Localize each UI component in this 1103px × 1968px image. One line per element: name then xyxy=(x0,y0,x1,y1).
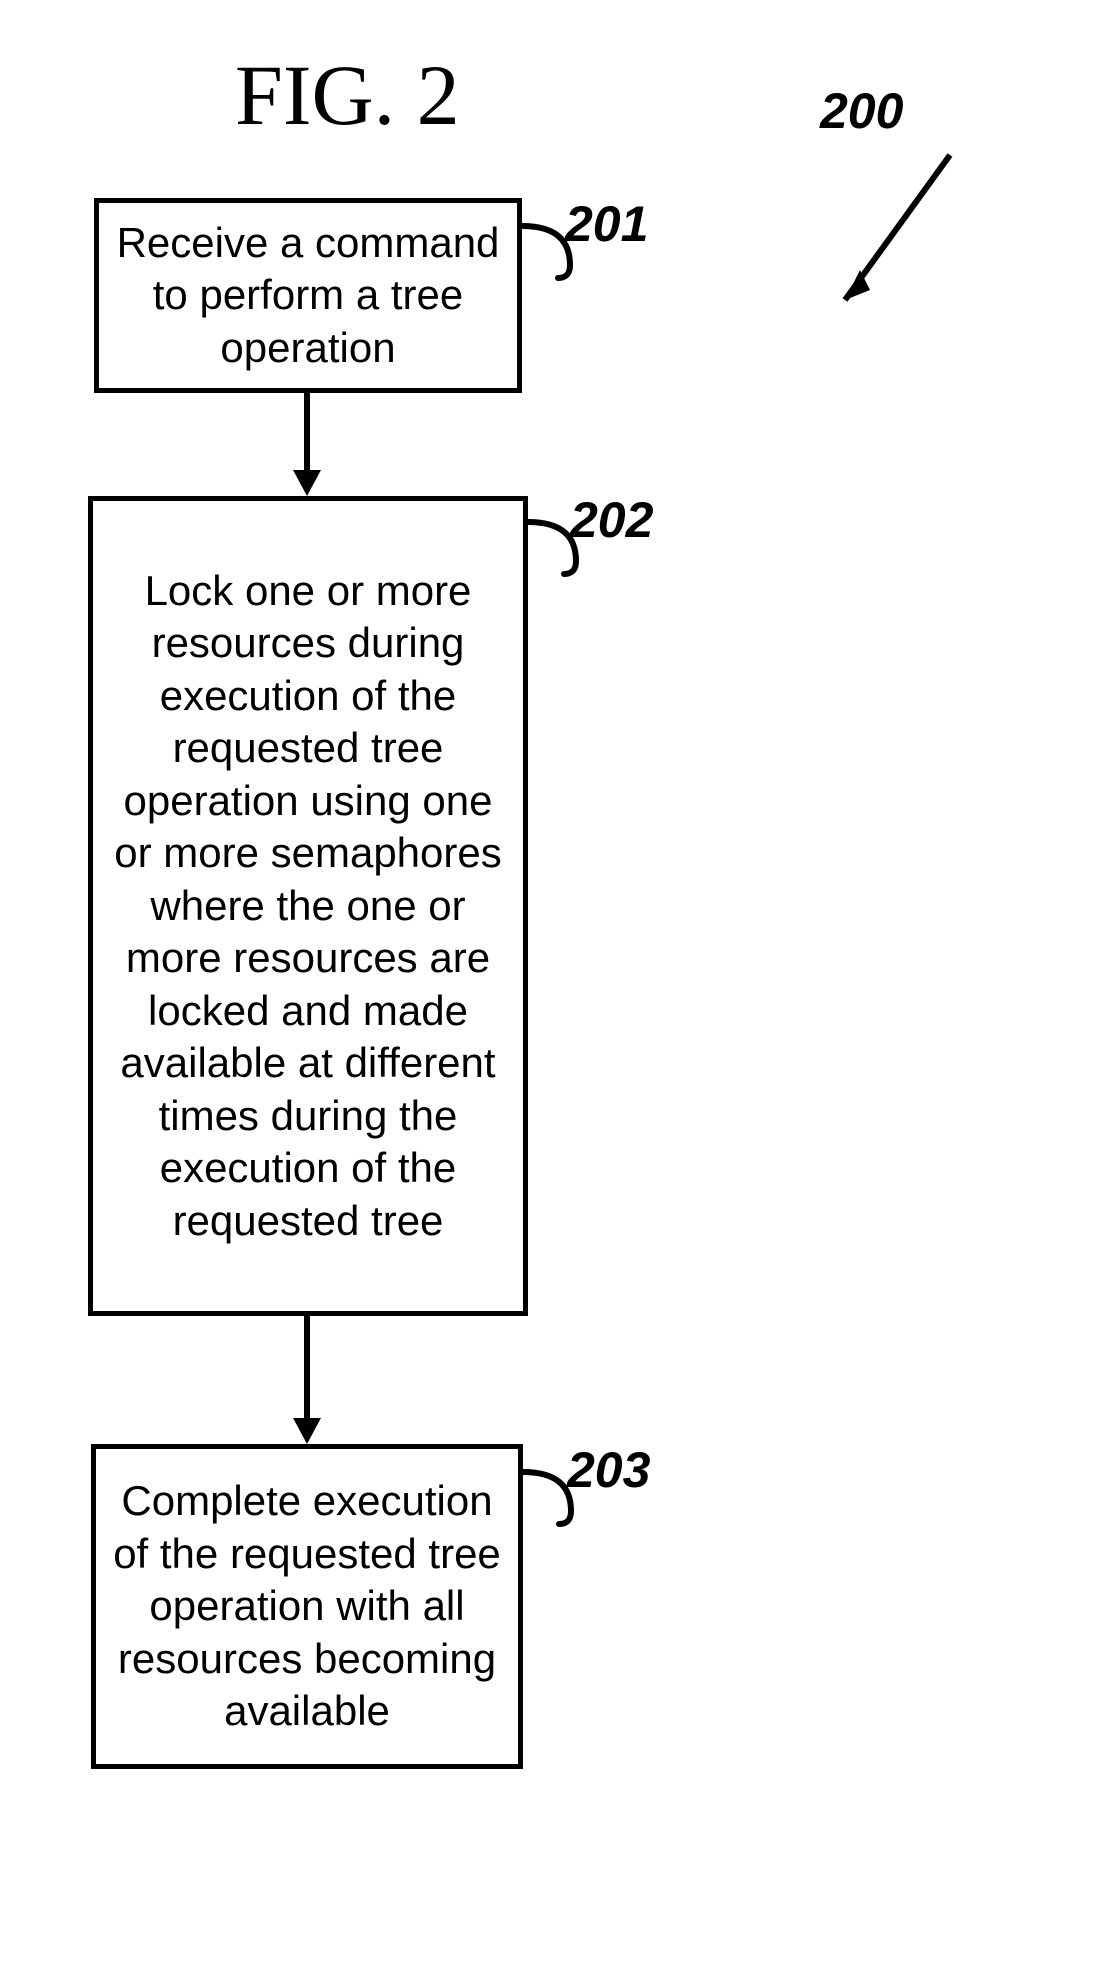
flow-step-text: Receive a command to perform a tree oper… xyxy=(113,217,503,375)
flow-step-202-hook xyxy=(526,519,586,579)
flow-step-201-hook xyxy=(520,223,580,283)
flow-step-203: Complete execution of the requested tree… xyxy=(91,1444,523,1769)
flow-step-text: Complete execution of the requested tree… xyxy=(110,1475,504,1738)
arrow-201-to-202-head xyxy=(293,470,321,496)
arrow-202-to-203 xyxy=(304,1316,310,1421)
figure-id-arrow xyxy=(800,135,980,335)
flow-step-203-hook xyxy=(521,1469,581,1529)
flow-step-202: Lock one or more resources during execut… xyxy=(88,496,528,1316)
figure-id-label: 200 xyxy=(820,82,903,140)
figure-title: FIG. 2 xyxy=(235,45,460,145)
arrow-202-to-203-head xyxy=(293,1418,321,1444)
arrow-201-to-202 xyxy=(304,393,310,473)
flow-step-text: Lock one or more resources during execut… xyxy=(107,565,509,1248)
figure-page: FIG. 2 200 Receive a command to perform … xyxy=(0,0,1103,1968)
flow-step-201: Receive a command to perform a tree oper… xyxy=(94,198,522,393)
